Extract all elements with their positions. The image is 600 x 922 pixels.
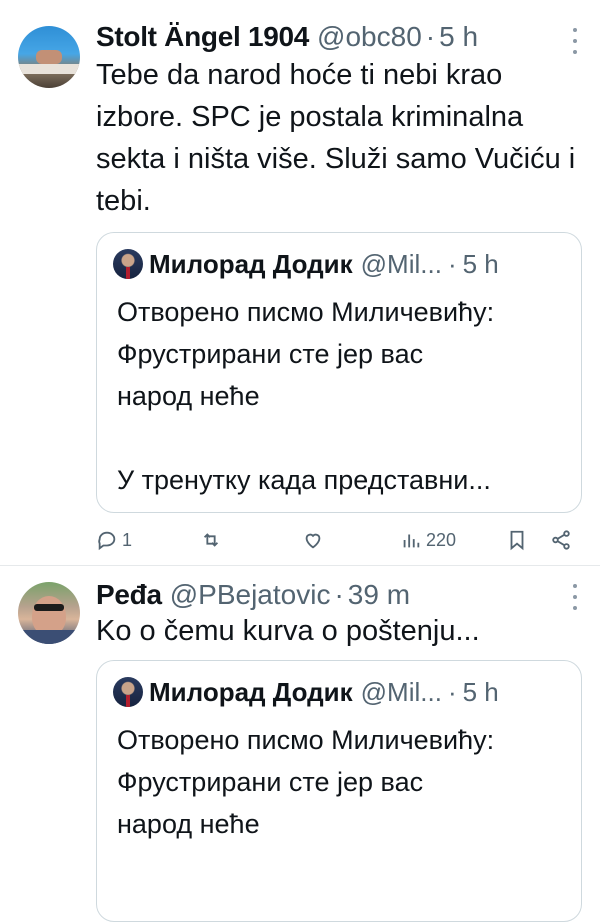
- heart-icon: [305, 533, 321, 549]
- reply-count: 1: [122, 529, 133, 550]
- share-button[interactable]: [550, 522, 572, 558]
- more-options-icon[interactable]: [572, 584, 578, 610]
- bookmark-icon: [510, 530, 524, 551]
- tweet-header: Stolt Ängel 1904 @obc80 · 5 h: [96, 20, 600, 54]
- separator: ·: [334, 579, 344, 610]
- reply-icon: [98, 531, 116, 551]
- quoted-timestamp: 5 h: [462, 248, 499, 279]
- tweet-actions: 1 220: [96, 522, 582, 558]
- tweet[interactable]: Stolt Ängel 1904 @obc80 · 5 h Tebe da na…: [0, 0, 600, 565]
- avatar: [113, 249, 143, 279]
- reply-button[interactable]: 1: [96, 522, 132, 558]
- tweet[interactable]: Peđa @PBejatovic · 39 m Ko o čemu kurva …: [0, 566, 600, 922]
- repost-icon: [203, 533, 219, 547]
- avatar[interactable]: [18, 26, 80, 88]
- avatar: [113, 677, 143, 707]
- bookmark-button[interactable]: [506, 522, 528, 558]
- quoted-tweet-header: Милорад Додик @Mil... · 5 h: [113, 675, 571, 709]
- tweet-text: Tebe da narod hoće ti nebi krao izbore. …: [96, 59, 576, 217]
- quoted-tweet-text: Отворено писмо Миличевићу: Фрустрирани с…: [117, 725, 495, 839]
- quoted-author-handle: @Mil...: [360, 248, 442, 279]
- author-name[interactable]: Stolt Ängel 1904: [96, 21, 309, 53]
- more-options-icon[interactable]: [572, 28, 578, 54]
- timestamp[interactable]: 5 h: [439, 21, 478, 53]
- quoted-author-name: Милорад Додик: [149, 248, 353, 279]
- author-handle[interactable]: @obc80: [317, 21, 422, 53]
- avatar[interactable]: [18, 582, 80, 644]
- quoted-tweet-header: Милорад Додик @Mil... · 5 h: [113, 247, 571, 281]
- separator: ·: [447, 248, 457, 279]
- author-name[interactable]: Peđa: [96, 579, 162, 611]
- share-icon: [552, 530, 570, 550]
- like-button[interactable]: [302, 522, 328, 558]
- separator: ·: [447, 676, 457, 707]
- views-button[interactable]: 220: [400, 522, 456, 558]
- views-count: 220: [426, 529, 457, 550]
- timestamp[interactable]: 39 m: [348, 579, 410, 611]
- quoted-tweet-text: Отворено писмо Миличевићу: Фрустрирани с…: [117, 297, 495, 495]
- quoted-tweet[interactable]: Милорад Додик @Mil... · 5 h Отворено пис…: [96, 232, 582, 513]
- quoted-author-handle: @Mil...: [360, 676, 442, 707]
- tweet-text: Ko o čemu kurva o poštenju...: [96, 615, 480, 647]
- quoted-author-name: Милорад Додик: [149, 676, 353, 707]
- quoted-timestamp: 5 h: [462, 676, 499, 707]
- separator: ·: [425, 21, 436, 52]
- author-handle[interactable]: @PBejatovic: [170, 579, 331, 611]
- views-icon: [403, 534, 420, 548]
- tweet-header: Peđa @PBejatovic · 39 m: [96, 578, 600, 612]
- quoted-tweet[interactable]: Милорад Додик @Mil... · 5 h Отворено пис…: [96, 660, 582, 922]
- repost-button[interactable]: [200, 522, 226, 558]
